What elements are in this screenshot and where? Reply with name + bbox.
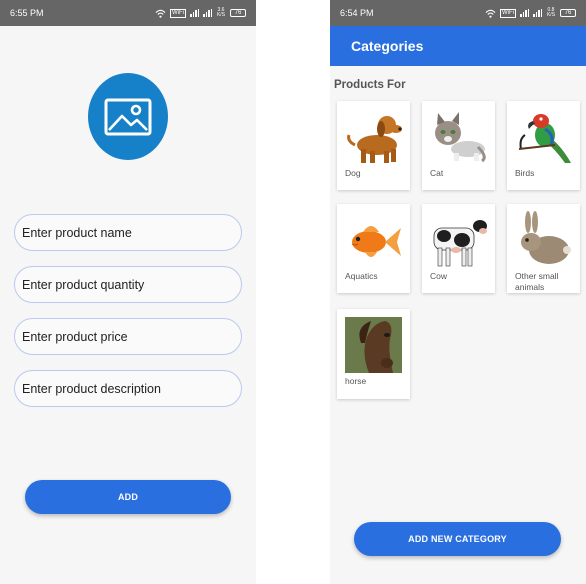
add-new-category-button[interactable]: ADD NEW CATEGORY <box>354 522 561 556</box>
signal-icon <box>520 9 529 17</box>
status-icons: WiFi 0.8 K/S 76 <box>485 8 576 18</box>
rabbit-image <box>521 211 571 264</box>
image-icon <box>104 98 152 135</box>
fish-image <box>351 226 401 257</box>
cow-image <box>433 220 487 267</box>
network-speed: 3.6 K/S <box>216 7 226 18</box>
status-bar: 6:55 PM WiFi 3.6 K/S 76 <box>0 0 256 26</box>
category-label: Cow <box>430 271 448 281</box>
add-product-screen: 6:55 PM WiFi 3.6 K/S 76 ADD <box>0 0 256 584</box>
category-label: Cat <box>430 168 444 178</box>
status-icons: WiFi 3.6 K/S 76 <box>155 8 246 18</box>
network-speed: 0.8 K/S <box>546 7 556 18</box>
wifi-icon <box>485 9 496 18</box>
horse-image <box>345 317 402 373</box>
category-label: Aquatics <box>345 271 378 281</box>
categories-screen: 6:54 PM WiFi 0.8 K/S 76 Categories Produ… <box>330 0 586 584</box>
category-card-birds[interactable]: Birds <box>507 101 580 190</box>
section-title: Products For <box>334 79 406 91</box>
product-quantity-input[interactable] <box>14 266 242 303</box>
category-card-other-small-animals[interactable]: Other small animals <box>507 204 580 293</box>
bird-image <box>518 114 571 163</box>
wifi-tag: WiFi <box>500 8 516 18</box>
category-card-aquatics[interactable]: Aquatics <box>337 204 410 293</box>
battery-icon: 76 <box>230 9 246 17</box>
category-label: horse <box>345 376 367 386</box>
signal-icon <box>203 9 212 17</box>
category-label: Dog <box>345 168 361 178</box>
category-card-cow[interactable]: Cow <box>422 204 495 293</box>
category-card-horse[interactable]: horse <box>337 309 410 399</box>
app-bar-title: Categories <box>330 26 586 66</box>
category-card-dog[interactable]: Dog <box>337 101 410 190</box>
product-image-picker[interactable] <box>88 73 168 160</box>
product-price-input[interactable] <box>14 318 242 355</box>
status-time: 6:54 PM <box>340 8 374 18</box>
category-card-cat[interactable]: Cat <box>422 101 495 190</box>
product-description-input[interactable] <box>14 370 242 407</box>
battery-icon: 76 <box>560 9 576 17</box>
signal-icon <box>190 9 199 17</box>
wifi-icon <box>155 9 166 18</box>
status-bar: 6:54 PM WiFi 0.8 K/S 76 <box>330 0 586 26</box>
dog-image <box>347 116 402 163</box>
cat-image <box>435 112 486 163</box>
wifi-tag: WiFi <box>170 8 186 18</box>
signal-icon <box>533 9 542 17</box>
status-time: 6:55 PM <box>10 8 44 18</box>
category-label: Birds <box>515 168 535 178</box>
add-button[interactable]: ADD <box>25 480 231 514</box>
product-name-input[interactable] <box>14 214 242 251</box>
category-label: Other small animals <box>515 271 559 292</box>
